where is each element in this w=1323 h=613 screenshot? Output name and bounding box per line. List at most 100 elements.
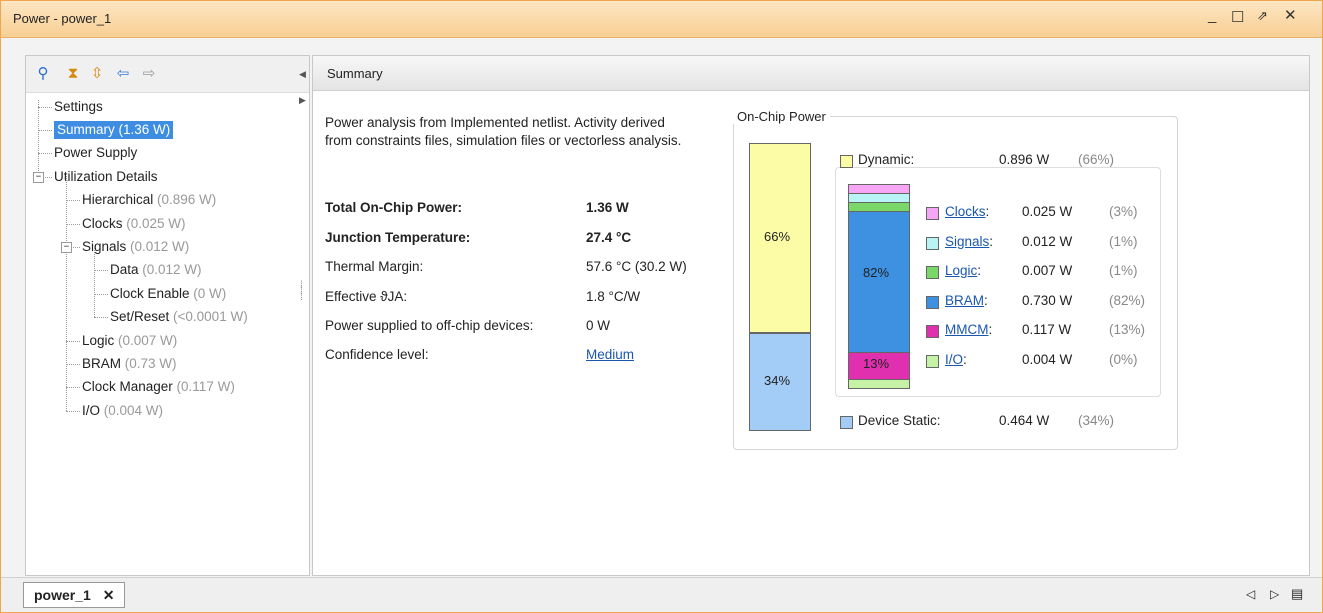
tree-item-power-supply[interactable]: Power Supply [54,144,137,162]
tree-item-clocks[interactable]: Clocks (0.025 W) [82,215,186,233]
tree-item-clock-manager[interactable]: Clock Manager (0.117 W) [82,378,235,396]
confidence-label: Confidence level: [325,347,429,362]
close-icon[interactable]: ✕ [1284,6,1297,24]
collapse-left-icon[interactable]: ◀ [299,69,306,80]
splitter-handle[interactable]: ◀ ▶ ⁞ ⁞ ⁞ [299,55,311,574]
legend-swatch-signals [926,236,939,250]
legend-link-text[interactable]: I/O [945,352,963,367]
utilization-collapse-icon[interactable]: − [33,172,44,183]
legend-link-mmcm[interactable]: MMCM: [945,322,992,337]
legend-value: 0.004 W [1022,351,1073,367]
forward-arrow-icon[interactable]: ⇨ [140,64,158,82]
tree-item-label: Data [110,262,139,277]
tab-list-icon[interactable]: ▤ [1291,586,1303,602]
tree-connector [38,130,52,131]
dynamic-bar-label: 82% [863,265,890,280]
maximize-icon[interactable]: ☐ [1231,8,1244,26]
tree-item-value: (0.73 W) [121,356,177,371]
tree-item-signals[interactable]: Signals (0.012 W) [82,238,189,256]
tree-item-label: Utilization Details [54,169,158,184]
bottom-tab-bar: power_1 ✕ ◁ ▷ ▤ [1,577,1322,612]
legend-link-clocks[interactable]: Clocks: [945,204,989,219]
minimize-icon[interactable]: _ [1208,7,1216,24]
expand-right-icon[interactable]: ▶ [299,95,306,106]
legend-percent: (13%) [1109,322,1146,337]
legend-percent: (0%) [1109,351,1138,367]
tree-item-set-reset[interactable]: Set/Reset (<0.0001 W) [110,308,248,326]
legend-colon: : [977,263,982,278]
tree-item-io[interactable]: I/O (0.004 W) [82,402,163,420]
legend-swatch-mmcm [926,325,939,338]
tab-power-1[interactable]: power_1 ✕ [23,582,126,608]
tree-connector [66,224,80,225]
tree-item-label: Clock Manager [82,379,173,394]
tab-close-icon[interactable]: ✕ [103,587,115,603]
tree-item-value: (0.896 W) [153,192,217,207]
main-bar-label: 66% [764,229,791,244]
legend-colon: : [989,233,994,249]
collapse-all-icon[interactable]: ⧗ [64,64,82,82]
tree-item-data[interactable]: Data (0.012 W) [110,261,202,279]
legend-colon: : [985,204,990,219]
tree-item-value: (0.012 W) [138,262,202,277]
tree-connector [38,153,52,154]
legend-link-text[interactable]: BRAM [945,293,984,308]
tree-item-label: Settings [54,99,103,114]
navigation-panel: ⚲ ⧗ ⇳ ⇦ ⇨ Settings Summary (1.36 W) Power … [25,55,310,576]
legend-link-signals[interactable]: Signals: [945,234,993,249]
summary-title: Summary [327,66,383,81]
tree-item-label: Clock Enable [110,286,190,301]
tree-item-value: (0.012 W) [126,239,190,254]
scroll-left-icon[interactable]: ◁ [1246,587,1255,601]
legend-swatch-device-static [840,416,853,429]
legend-link-io[interactable]: I/O: [945,352,967,367]
legend-swatch-bram [926,295,939,309]
signals-collapse-icon[interactable]: − [61,242,72,253]
back-arrow-icon[interactable]: ⇦ [114,64,132,82]
legend-swatch-dynamic [840,155,853,168]
tree-item-utilization-details[interactable]: Utilization Details [54,168,158,186]
tree-item-label: I/O [82,403,101,418]
legend-link-bram[interactable]: BRAM: [945,293,988,308]
summary-panel: Summary Power analysis from Implemented … [312,55,1310,576]
tree-item-label: Set/Reset [110,309,170,324]
thermal-margin-value: 57.6 °C (30.2 W) [586,259,687,274]
scroll-right-icon[interactable]: ▷ [1270,587,1279,601]
tree-item-summary[interactable]: Summary (1.36 W) [54,121,174,139]
search-icon[interactable]: ⚲ [34,64,52,82]
restore-icon[interactable]: ⇗ [1257,8,1268,24]
tab-label: power_1 [34,587,91,603]
chart-title: On-Chip Power [733,109,830,124]
tree-item-logic[interactable]: Logic (0.007 W) [82,332,177,350]
legend-link-text[interactable]: Logic [945,263,977,278]
total-power-label: Total On-Chip Power: [325,200,462,215]
legend-link-text[interactable]: Clocks [945,204,986,219]
tree-item-bram[interactable]: BRAM (0.73 W) [82,355,177,373]
confidence-link[interactable]: Medium [586,347,634,362]
legend-swatch-io [926,354,939,368]
main-bar-label: 34% [764,373,791,388]
effective-theta-label: Effective ϑJA: [325,289,408,304]
tree-item-value: (0.007 W) [114,333,178,348]
legend-link-text[interactable]: Signals [945,234,989,249]
legend-percent: (3%) [1109,204,1138,219]
tree-item-clock-enable[interactable]: Clock Enable (0 W) [110,285,226,303]
tree-item-hierarchical[interactable]: Hierarchical (0.896 W) [82,191,216,209]
tree-connector [66,411,80,412]
tree-item-settings[interactable]: Settings [54,98,103,116]
power-window: Power - power_1 _ ☐ ⇗ ✕ ⚲ ⧗ ⇳ ⇦ ⇨ Settin… [0,0,1323,613]
tree-connector [94,317,108,318]
legend-colon: : [984,292,988,308]
grip-icon[interactable]: ⁞ ⁞ ⁞ [300,281,303,303]
legend-value: 0.896 W [999,152,1050,167]
effective-theta-value: 1.8 °C/W [586,289,641,304]
tree-connector [66,387,80,388]
legend-colon: : [988,322,993,337]
legend-link-text[interactable]: MMCM [945,322,989,337]
tree-item-label: BRAM [82,356,122,371]
junction-temp-value: 27.4 °C [586,230,632,245]
legend-label: Dynamic: [858,152,915,167]
legend-link-logic[interactable]: Logic: [945,263,981,278]
legend-value: 0.464 W [999,413,1050,428]
expand-all-icon[interactable]: ⇳ [88,64,106,82]
